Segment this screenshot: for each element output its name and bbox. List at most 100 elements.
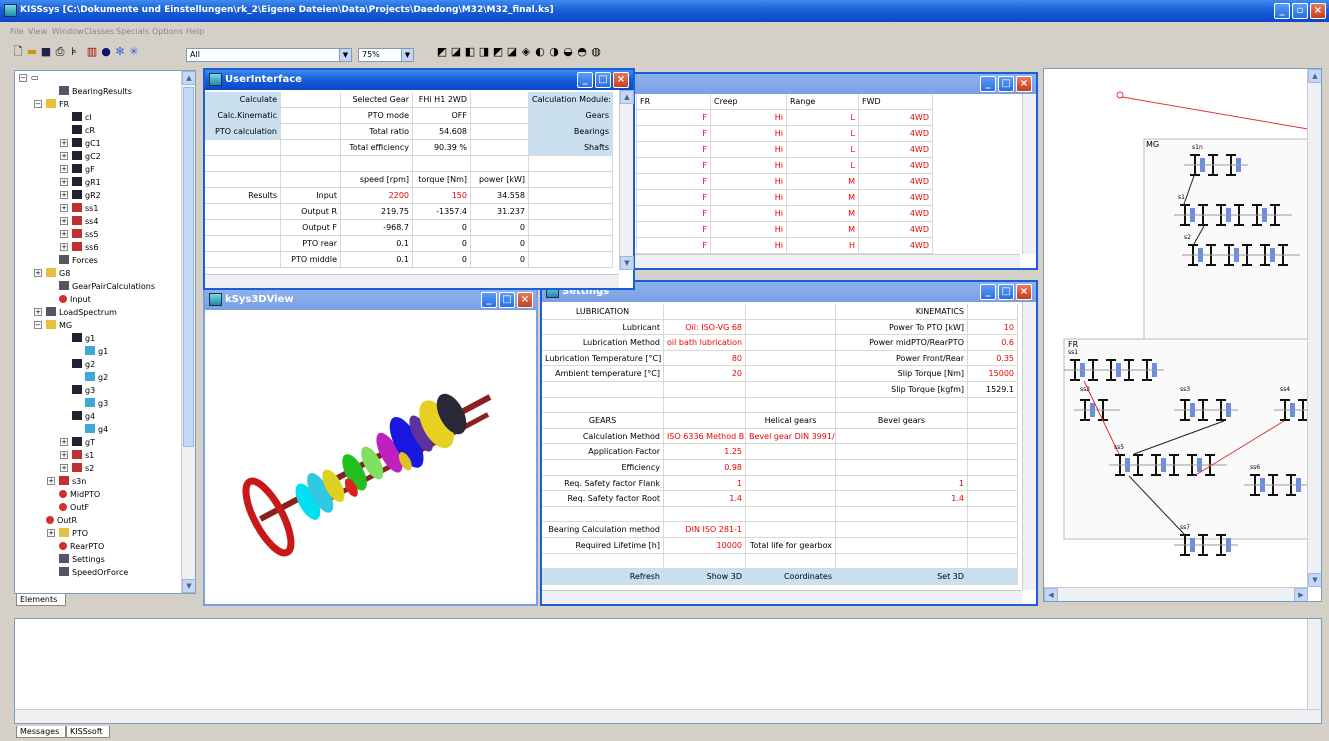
uiGrid-cell[interactable] (341, 156, 413, 172)
minimize-button[interactable]: _ (481, 292, 497, 308)
tree-item-ss5[interactable]: ss5 (72, 228, 98, 241)
expand-toggle[interactable]: + (60, 152, 68, 160)
setGrid-cell[interactable] (968, 444, 1018, 460)
close-button[interactable]: × (613, 72, 629, 88)
setGrid-cell[interactable] (968, 428, 1018, 445)
minimize-button[interactable]: _ (980, 284, 996, 300)
setGrid-cell[interactable] (746, 444, 836, 460)
tree-item-g3[interactable]: g3 (72, 384, 95, 397)
uiGrid-cell[interactable]: PTO middle (281, 252, 341, 268)
gearlist-cell[interactable]: 4WD (859, 158, 933, 174)
tree-item-pto[interactable]: PTO (59, 527, 88, 540)
uiGrid-cell[interactable]: Total efficiency (341, 140, 413, 156)
menu-help[interactable]: Help (186, 27, 204, 36)
setGrid-cell[interactable]: Efficiency (542, 460, 664, 476)
tree-item-mg[interactable]: MG (46, 319, 72, 332)
uiGrid-cell[interactable] (205, 236, 281, 252)
tree-item-gc2[interactable]: gC2 (72, 150, 101, 163)
expand-toggle[interactable]: − (34, 100, 42, 108)
setGrid-cell[interactable] (542, 506, 664, 523)
menu-options[interactable]: Options (152, 27, 183, 36)
rotate-left-icon[interactable]: ◐ (534, 46, 546, 58)
setGrid-cell[interactable]: Total life for gearbox (746, 538, 836, 554)
gearlist-cell[interactable]: Hi (711, 238, 787, 254)
scroll-down-button[interactable]: ▼ (182, 579, 195, 593)
setGrid-cell[interactable]: Slip Torque [kgfm] (836, 382, 968, 398)
setGrid-cell[interactable] (968, 522, 1018, 538)
maximize-button[interactable]: □ (998, 284, 1014, 300)
scroll-left-button[interactable]: ◀ (1044, 588, 1058, 601)
tree-item-rearpto[interactable]: RearPTO (59, 540, 104, 553)
gearlist-cell[interactable]: M (787, 190, 859, 206)
gearlist-header[interactable]: Creep (711, 94, 787, 110)
rotate-z-icon[interactable]: ◍ (590, 46, 602, 58)
tab-messages[interactable]: Messages (16, 726, 66, 738)
tree-item-outr[interactable]: OutR (46, 514, 77, 527)
ui-vscroll[interactable]: ▲ ▼ (619, 90, 634, 270)
uiGrid-cell[interactable]: 0.1 (341, 236, 413, 252)
setGrid-cell[interactable] (664, 413, 746, 429)
menu-view[interactable]: View (28, 27, 47, 36)
setGrid-cell[interactable]: Required Lifetime [h] (542, 538, 664, 554)
setGrid-cell[interactable] (664, 382, 746, 398)
close-button[interactable]: × (517, 292, 533, 308)
setGrid-cell[interactable]: 80 (664, 350, 746, 367)
expand-toggle[interactable]: + (47, 529, 55, 537)
rotate-y-icon[interactable]: ◓ (576, 46, 588, 58)
tree-item-ss4[interactable]: ss4 (72, 215, 98, 228)
tree-item-g1[interactable]: g1 (72, 332, 95, 345)
tree-item-g3[interactable]: g3 (85, 397, 108, 410)
restore-button[interactable]: ▫ (1292, 3, 1308, 19)
gearlist-cell[interactable]: F (637, 206, 711, 222)
setGrid-cell[interactable]: ISO 6336 Method B (664, 428, 746, 445)
gearlist-cell[interactable]: F (637, 142, 711, 158)
gearlist-cell[interactable]: Hi (711, 110, 787, 126)
setGrid-cell[interactable]: Helical gears (746, 413, 836, 429)
gearlist-cell[interactable]: 4WD (859, 190, 933, 206)
setGrid-cell[interactable] (968, 475, 1018, 492)
tree-item-s3n[interactable]: s3n (59, 475, 86, 488)
maximize-button[interactable]: □ (499, 292, 515, 308)
scroll-down-button[interactable]: ▼ (1308, 573, 1321, 587)
uiGrid-cell[interactable]: 0 (471, 220, 529, 236)
maximize-button[interactable]: □ (595, 72, 611, 88)
uiGrid-cell[interactable]: -968.7 (341, 220, 413, 236)
expand-toggle[interactable]: + (60, 191, 68, 199)
tree-item-gf[interactable]: gF (72, 163, 95, 176)
tree-item-g1[interactable]: g1 (85, 345, 108, 358)
tree-item-ci[interactable]: cI (72, 111, 92, 124)
setGrid-cell[interactable] (746, 350, 836, 367)
uiGrid-cell[interactable]: 90.39 % (413, 140, 471, 156)
uiGrid-cell[interactable] (281, 156, 341, 172)
uiGrid-cell[interactable] (205, 140, 281, 156)
expand-toggle[interactable]: + (60, 438, 68, 446)
chevron-down-icon[interactable]: ▼ (401, 49, 413, 61)
gearlist-cell[interactable]: F (637, 158, 711, 174)
uiGrid-cell[interactable] (205, 172, 281, 188)
setGrid-cell[interactable]: 1.4 (664, 491, 746, 507)
setGrid-cell[interactable]: Application Factor (542, 444, 664, 460)
gearlist-cell[interactable]: L (787, 142, 859, 158)
uiGrid-cell[interactable]: 0 (413, 236, 471, 252)
setGrid-cell[interactable] (968, 413, 1018, 429)
expand-toggle[interactable]: + (34, 269, 42, 277)
setGrid-cell[interactable] (836, 506, 968, 523)
setGrid-cell[interactable] (836, 428, 968, 445)
uiGrid-cell[interactable] (281, 124, 341, 140)
gearbox-diagram[interactable]: s1n s1 s2 ss1 ss2 ss3 ss4 ss5 ss6 ss7 MG FR (1044, 69, 1308, 587)
setGrid-cell[interactable]: 1.4 (836, 491, 968, 507)
setGrid-cell[interactable]: Set 3D (836, 569, 968, 585)
setGrid-cell[interactable] (664, 304, 746, 320)
view-iso-icon[interactable]: ◈ (520, 46, 532, 58)
view-right-icon[interactable]: ◨ (478, 46, 490, 58)
uiGrid-cell[interactable]: 0 (413, 220, 471, 236)
rotate-right-icon[interactable]: ◑ (548, 46, 560, 58)
gearlist-cell[interactable]: F (637, 126, 711, 142)
gearlist-header[interactable]: FWD (859, 94, 933, 110)
print-icon[interactable]: ⎙ (54, 46, 66, 58)
setGrid-cell[interactable] (968, 491, 1018, 507)
setGrid-cell[interactable]: GEARS (542, 413, 664, 429)
gearlist-cell[interactable]: Hi (711, 206, 787, 222)
tree-item-ss6[interactable]: ss6 (72, 241, 98, 254)
uiGrid-cell[interactable] (471, 108, 529, 124)
